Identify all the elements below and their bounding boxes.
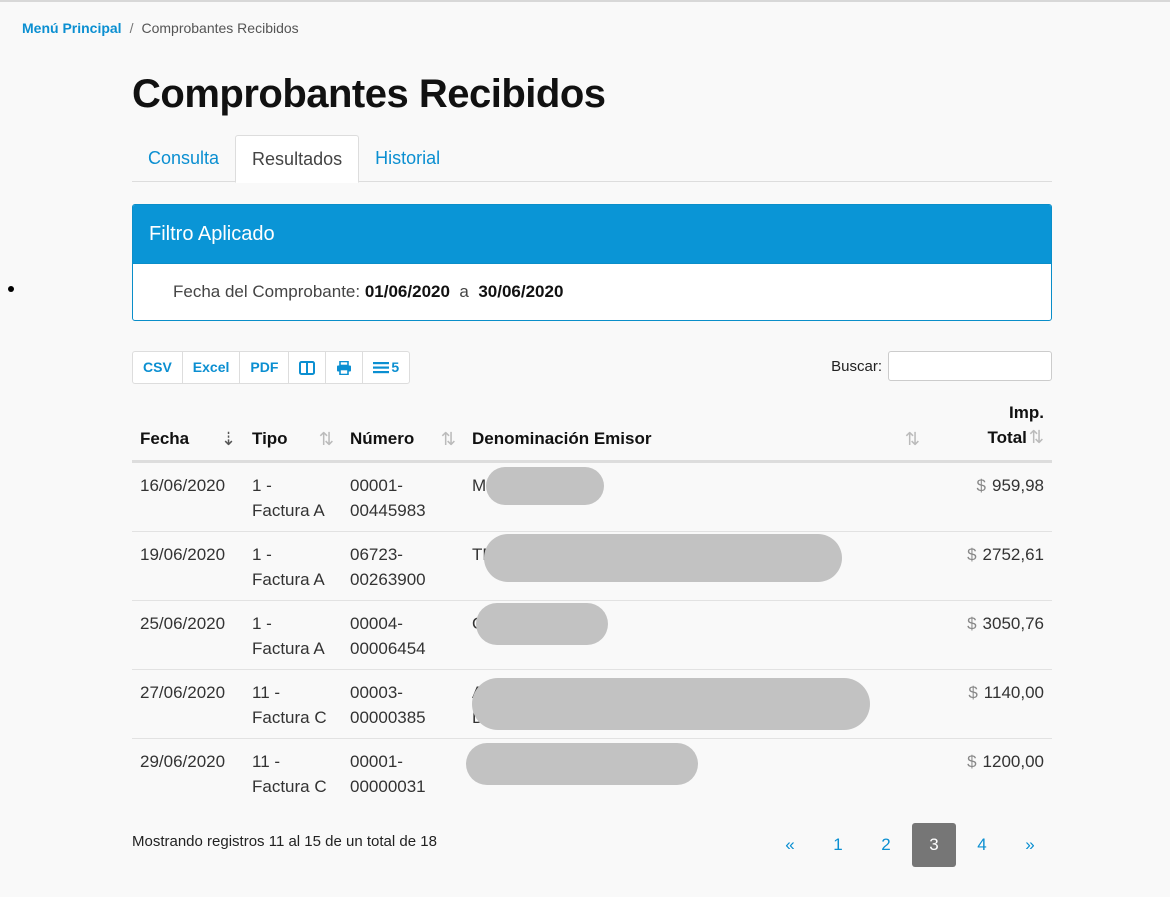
list-icon [373,362,390,374]
sort-icon: ⇅ [1028,427,1044,447]
print-icon [337,360,352,375]
filter-panel: Filtro Aplicado Fecha del Comprobante: 0… [132,204,1052,321]
table-row[interactable]: 27/06/2020 11 - Factura C 00003- 00000385 … [132,669,1052,739]
table-row[interactable]: 16/06/2020 1 - Factura A 00001- 00445983 M… [132,461,1052,532]
print-button[interactable] [326,352,364,383]
cell-fecha: 27/06/2020 [132,669,244,739]
cell-numero: 00001- 00445983 [342,461,464,532]
cell-tipo: 1 - Factura A [244,531,342,601]
columns-icon [299,360,316,375]
column-header-fecha[interactable]: Fecha ⇣ [132,401,244,463]
table-row[interactable]: 25/06/2020 1 -Factura A 00004-00006454 O… [132,600,1052,670]
cell-emisor: O [464,600,928,670]
breadcrumb: Menú Principal / Comprobantes Recibidos [22,20,299,36]
records-info: Mostrando registros 11 al 15 de un total… [132,833,437,850]
page-previous[interactable]: « [768,823,812,867]
redaction-mark [476,603,608,645]
page-3[interactable]: 3 [912,823,956,867]
sort-icon: ⇅ [904,429,920,449]
cell-imp-total: $1140,00 [928,669,1052,739]
cell-tipo: 1 - Factura A [244,600,342,670]
column-header-imp-total[interactable]: Imp. Total ⇅ [928,401,1052,463]
breadcrumb-current: Comprobantes Recibidos [141,20,299,36]
cell-emisor: C [464,739,928,808]
cell-tipo: 11 - Factura C [244,669,342,739]
table-footer: Mostrando registros 11 al 15 de un total… [132,823,1052,871]
cell-fecha: 29/06/2020 [140,752,226,771]
list-bullet [8,286,14,292]
tab-historial[interactable]: Historial [359,135,456,182]
columns-button[interactable] [289,352,327,383]
column-header-numero[interactable]: Número ⇅ [342,401,464,463]
page-1[interactable]: 1 [816,823,860,867]
breadcrumb-separator: / [129,20,134,36]
cell-tipo: 1 - Factura A [244,461,342,532]
sort-desc-icon: ⇣ [220,429,236,449]
tab-bar: Consulta Resultados Historial [132,135,1052,183]
cell-emisor: ME [464,461,928,532]
cell-fecha: 16/06/2020 [132,461,244,532]
cell-numero: 06723- 00263900 [342,531,464,601]
cell-emisor: ADE [464,669,928,739]
filter-date-from: 01/06/2020 [364,282,450,301]
cell-numero: 00004- 00006454 [342,600,464,670]
tab-resultados[interactable]: Resultados [235,135,360,183]
column-header-emisor[interactable]: Denominación Emisor ⇅ [464,401,928,463]
cell-fecha: 19/06/2020 [132,531,244,601]
cell-imp-total: $959,98 [928,461,1052,532]
search-label: Buscar: [831,357,882,375]
cell-tipo: 11 - Factura C [252,752,327,796]
page-next[interactable]: » [1008,823,1052,867]
sort-icon: ⇅ [318,429,334,449]
filter-panel-body: Fecha del Comprobante: 01/06/2020 a 30/0… [133,263,1051,320]
page-title: Comprobantes Recibidos [132,72,606,116]
cell-fecha: 25/06/2020 [132,600,244,670]
redaction-mark [486,467,604,505]
cell-numero: 00003- 00000385 [342,669,464,739]
cell-imp-total: $2752,61 [928,531,1052,601]
page-length-button[interactable]: 5 [363,352,409,383]
redaction-mark [466,743,698,785]
table-toolbar: CSV Excel PDF 5 Buscar: [132,351,1052,384]
csv-button[interactable]: CSV [133,352,183,383]
pdf-button[interactable]: PDF [240,352,290,383]
cell-imp-total: $1200,00 [967,752,1044,771]
table-row[interactable]: 29/06/2020 11 - Factura C 00001- 00000031 … [132,739,1052,808]
redaction-mark [484,534,842,582]
page-2[interactable]: 2 [864,823,908,867]
redaction-mark [472,678,870,730]
page-4[interactable]: 4 [960,823,1004,867]
tab-consulta[interactable]: Consulta [132,135,235,182]
cell-imp-total: $3050,76 [928,600,1052,670]
filter-date-to: 30/06/2020 [478,282,564,301]
search-input[interactable] [888,351,1052,381]
results-table: Fecha ⇣ Tipo ⇅ Número ⇅ Denominación Emisor… [132,401,1052,807]
breadcrumb-home-link[interactable]: Menú Principal [22,20,122,36]
pagination: « 1 2 3 4 » [764,823,1052,867]
column-header-tipo[interactable]: Tipo ⇅ [244,401,342,463]
filter-panel-heading: Filtro Aplicado [133,205,1051,263]
export-button-group: CSV Excel PDF 5 [132,351,411,384]
sort-icon: ⇅ [440,429,456,449]
table-header-row: Fecha ⇣ Tipo ⇅ Número ⇅ Denominación Emisor… [132,401,1052,463]
search-box: Buscar: [831,351,1052,381]
cell-numero: 00001- 00000031 [350,752,426,796]
page-length-value: 5 [391,359,400,375]
cell-emisor: TE [464,531,928,601]
filter-label: Fecha del Comprobante: [173,282,361,301]
table-row[interactable]: 19/06/2020 1 - Factura A 06723- 00263900 T… [132,531,1052,601]
excel-button[interactable]: Excel [183,352,241,383]
filter-connector: a [459,282,469,301]
main-content: Comprobantes Recibidos Consulta Resultad… [132,68,1052,871]
